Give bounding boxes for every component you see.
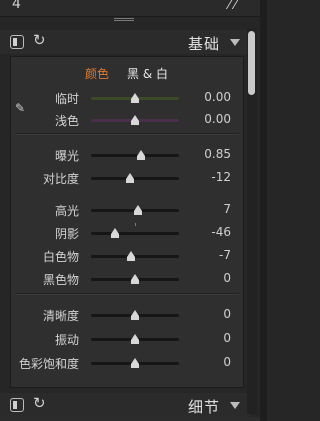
- collapse-arrow-icon[interactable]: [230, 402, 240, 409]
- slider-label: 清晰度: [42, 309, 79, 323]
- panel-toggle-icon[interactable]: [10, 398, 24, 412]
- slider-thumb[interactable]: [131, 310, 139, 320]
- brush-icons[interactable]: ⁄ ⁄: [228, 0, 236, 12]
- bottom-strip: [0, 417, 260, 421]
- collapse-arrow-icon[interactable]: [230, 39, 240, 46]
- slider-thumb[interactable]: [137, 150, 146, 160]
- slider-label: 高光: [54, 204, 79, 218]
- slider-label: 白色物: [42, 250, 79, 264]
- slider-exposure[interactable]: 曝光 0.85: [11, 147, 243, 163]
- slider-value[interactable]: 7: [223, 202, 231, 216]
- basic-panel-body: 颜色 黑 & 白 ✎ 临时 0.00 浅色 0.00 曝光 0.85 对比度 -…: [10, 56, 244, 388]
- top-bar: 4 ⁄ ⁄: [0, 0, 260, 17]
- section-divider: [15, 133, 239, 134]
- detail-panel-header[interactable]: ↻ 细节: [0, 393, 250, 417]
- slider-value[interactable]: 0.85: [204, 147, 231, 161]
- slider-thumb[interactable]: [110, 228, 119, 238]
- slider-thumb[interactable]: [127, 251, 136, 261]
- slider-highlights[interactable]: 高光 7: [11, 202, 243, 218]
- panel-toggle-icon[interactable]: [10, 35, 24, 49]
- reset-icon[interactable]: ↻: [33, 394, 46, 412]
- panel-resize-grip[interactable]: [114, 17, 134, 23]
- slider-label: 浅色: [54, 114, 79, 128]
- slider-label: 色彩饱和度: [18, 357, 79, 371]
- slider-label: 阴影: [54, 227, 79, 241]
- slider-contrast[interactable]: 对比度 -12: [11, 170, 243, 186]
- detail-panel-title: 细节: [187, 398, 220, 416]
- panel-glyph: 4: [12, 0, 21, 12]
- slider-track[interactable]: [91, 173, 179, 183]
- mode-bw-button[interactable]: 黑 & 白: [127, 65, 168, 82]
- slider-track[interactable]: [91, 223, 179, 238]
- slider-track[interactable]: [91, 251, 179, 261]
- slider-clarity[interactable]: 清晰度 0: [11, 307, 243, 323]
- mode-color-button[interactable]: 颜色: [85, 65, 109, 82]
- slider-track[interactable]: [91, 274, 179, 284]
- slider-value[interactable]: 0.00: [204, 90, 231, 104]
- slider-label: 振动: [54, 333, 79, 347]
- slider-temp[interactable]: 临时 0.00: [11, 90, 243, 106]
- slider-thumb[interactable]: [131, 274, 139, 284]
- slider-saturation[interactable]: 色彩饱和度 0: [11, 355, 243, 371]
- slider-value[interactable]: -12: [211, 170, 231, 184]
- slider-label: 临时: [54, 92, 79, 106]
- slider-shadows[interactable]: 阴影 -46: [11, 223, 243, 241]
- slider-value[interactable]: -7: [219, 248, 231, 262]
- slider-tint[interactable]: 浅色 0.00: [11, 112, 243, 128]
- slider-label: 对比度: [42, 172, 79, 186]
- slider-thumb[interactable]: [131, 358, 139, 368]
- panel-scrollbar[interactable]: [247, 28, 257, 414]
- slider-track[interactable]: [91, 150, 179, 160]
- reset-icon[interactable]: ↻: [33, 31, 46, 49]
- slider-track[interactable]: [91, 310, 179, 320]
- slider-value[interactable]: 0: [223, 355, 231, 369]
- slider-track[interactable]: [91, 205, 179, 215]
- slider-thumb[interactable]: [131, 93, 139, 103]
- slider-value[interactable]: -46: [211, 225, 231, 239]
- slider-thumb[interactable]: [133, 205, 142, 215]
- center-tick: [135, 223, 136, 226]
- basic-panel-header[interactable]: ↻ 基础: [0, 30, 250, 54]
- slider-label: 曝光: [54, 149, 79, 163]
- scrollbar-thumb[interactable]: [248, 31, 255, 95]
- slider-track[interactable]: [91, 358, 179, 368]
- slider-thumb[interactable]: [131, 334, 139, 344]
- slider-thumb[interactable]: [131, 115, 139, 125]
- slider-vibrance[interactable]: 振动 0: [11, 331, 243, 347]
- slider-thumb[interactable]: [125, 173, 134, 183]
- slider-whites[interactable]: 白色物 -7: [11, 248, 243, 264]
- slider-value[interactable]: 0: [223, 307, 231, 321]
- slider-blacks[interactable]: 黑色物 0: [11, 271, 243, 287]
- slider-track[interactable]: [91, 334, 179, 344]
- slider-label: 黑色物: [42, 273, 79, 287]
- slider-value[interactable]: 0: [223, 271, 231, 285]
- slider-track[interactable]: [91, 115, 179, 125]
- slider-track[interactable]: [91, 93, 179, 103]
- slider-value[interactable]: 0: [223, 331, 231, 345]
- slider-value[interactable]: 0.00: [204, 112, 231, 126]
- window-edge: [260, 0, 267, 421]
- section-divider: [15, 293, 239, 294]
- basic-panel-title: 基础: [187, 35, 220, 53]
